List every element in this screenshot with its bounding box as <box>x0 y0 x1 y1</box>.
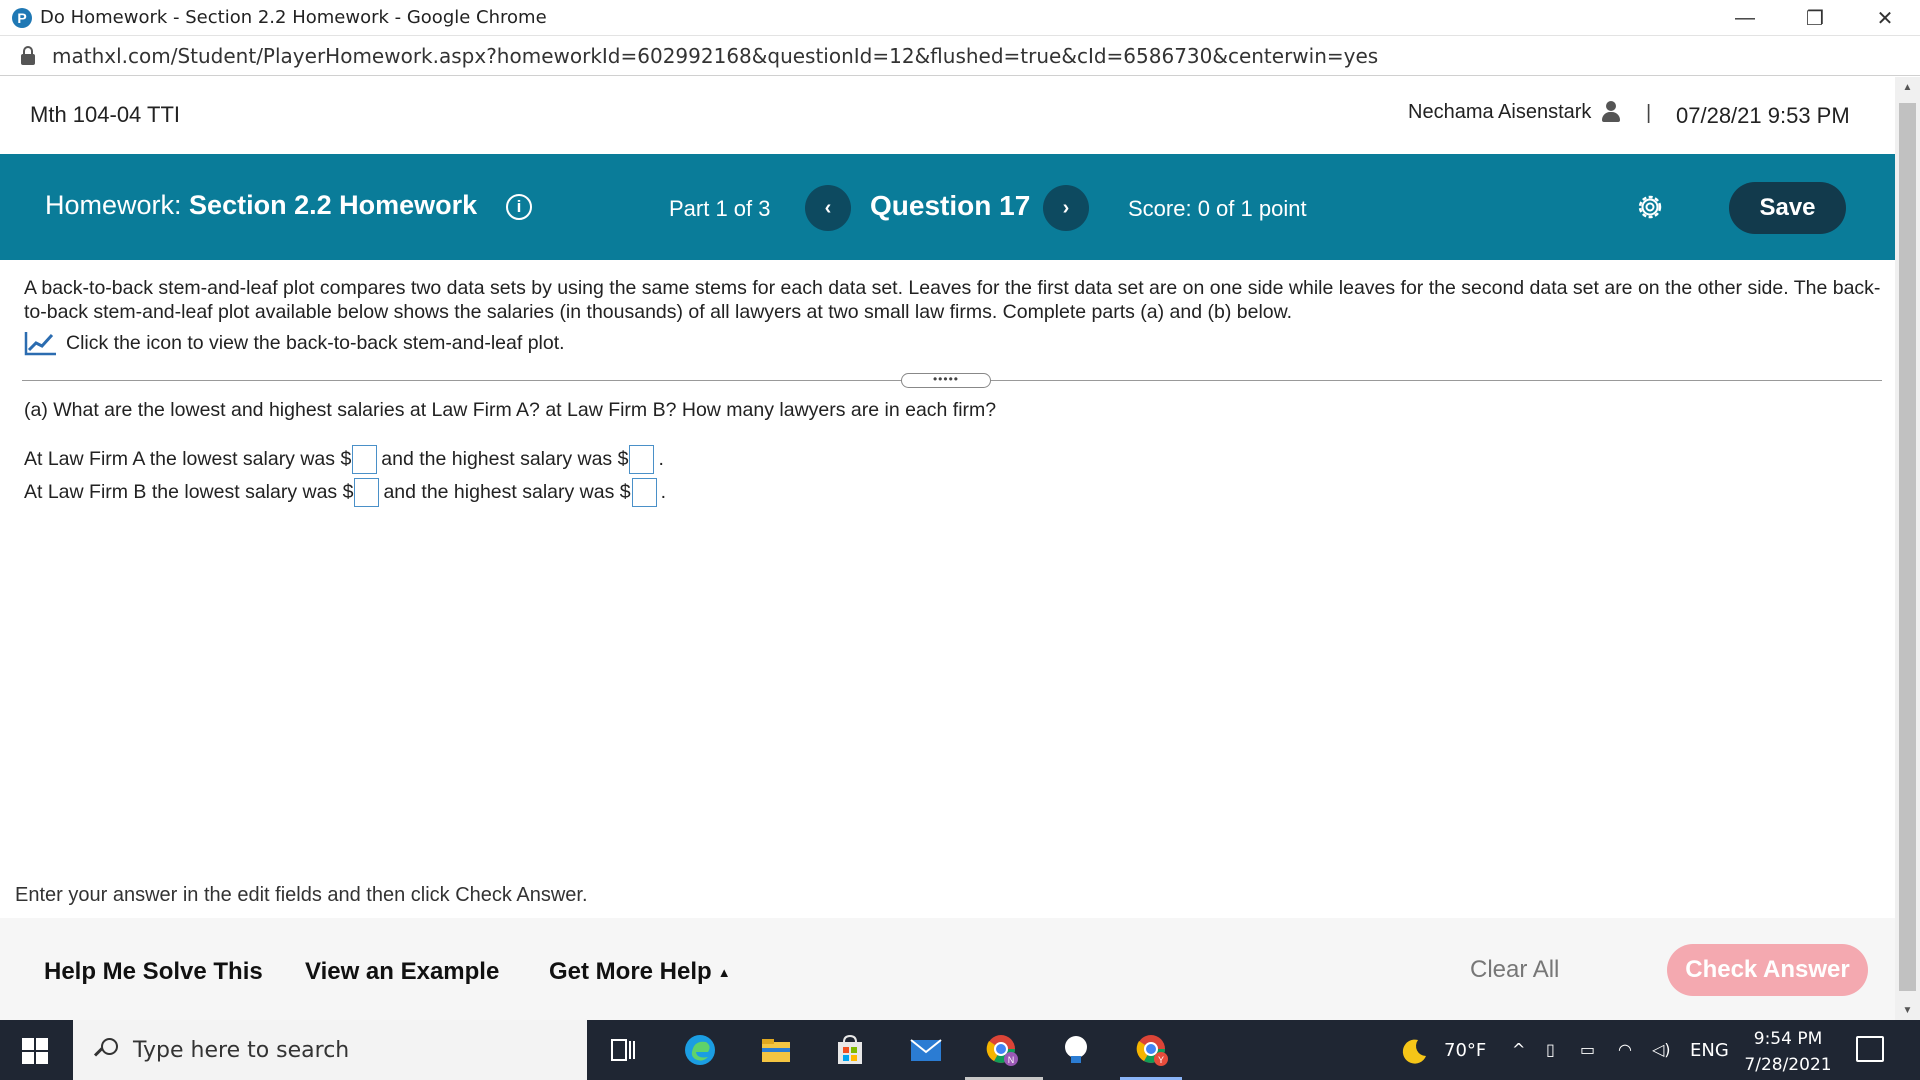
firm-b-lowest-input[interactable] <box>354 478 380 507</box>
help-me-solve-button[interactable]: Help Me Solve This <box>44 958 263 986</box>
clock-time: 9:54 PM <box>1753 1029 1823 1049</box>
window-controls: — ❐ ✕ <box>1710 0 1920 36</box>
view-example-button[interactable]: View an Example <box>305 958 499 986</box>
chart-line-icon[interactable] <box>24 330 58 356</box>
firm-b-highest-input[interactable] <box>631 478 657 507</box>
lightbulb-icon[interactable] <box>1058 1032 1094 1068</box>
part-indicator: Part 1 of 3 <box>669 196 771 221</box>
firm-a-lowest-label: At Law Firm A the lowest salary was $ <box>24 448 352 470</box>
browser-title-bar: P Do Homework - Section 2.2 Homework - G… <box>0 0 1920 36</box>
tray-device-icon[interactable]: ▯ <box>1546 1040 1555 1059</box>
firm-a-lowest-input[interactable] <box>352 445 378 474</box>
svg-text:N: N <box>1008 1055 1015 1065</box>
store-icon[interactable] <box>832 1032 868 1068</box>
homework-title: Homework: Section 2.2 Homework <box>45 190 477 221</box>
notification-icon[interactable] <box>1856 1036 1884 1062</box>
task-view-icon[interactable] <box>605 1032 641 1068</box>
volume-icon[interactable]: ◁) <box>1652 1040 1671 1059</box>
course-bar: Mth 104-04 TTI Nechama Aisenstark | 07/2… <box>0 77 1895 154</box>
language-indicator[interactable]: ENG <box>1690 1040 1729 1061</box>
taskbar-search-placeholder[interactable]: Type here to search <box>133 1038 349 1063</box>
answer-row-firm-b: At Law Firm B the lowest salary was $ an… <box>24 478 666 507</box>
firm-a-highest-label: and the highest salary was $ <box>381 448 629 470</box>
clear-all-button[interactable]: Clear All <box>1470 956 1559 984</box>
scroll-down-arrow-icon[interactable]: ▼ <box>1895 1000 1920 1020</box>
user-name: Nechama Aisenstark <box>1408 101 1592 123</box>
period: . <box>660 481 667 503</box>
mail-icon[interactable] <box>908 1032 944 1068</box>
gear-icon[interactable] <box>1635 192 1665 222</box>
user-icon <box>1602 101 1620 123</box>
lock-icon[interactable] <box>20 45 36 67</box>
plot-link[interactable]: Click the icon to view the back-to-back … <box>24 330 1884 356</box>
scroll-thumb[interactable] <box>1899 103 1916 991</box>
firm-b-lowest-label: At Law Firm B the lowest salary was $ <box>24 481 354 503</box>
period: . <box>658 448 664 470</box>
caret-up-icon: ▲ <box>717 965 731 981</box>
instruction-text: Enter your answer in the edit fields and… <box>15 884 588 906</box>
save-button[interactable]: Save <box>1729 182 1846 234</box>
clock-date: 7/28/2021 <box>1744 1055 1832 1075</box>
windows-taskbar: Type here to search N Y 70°F ^ ▯ ▭ ◠ ◁) … <box>0 1020 1920 1080</box>
header-separator: | <box>1646 102 1652 124</box>
scroll-up-arrow-icon[interactable]: ▲ <box>1895 77 1920 97</box>
chrome-profile-n-icon[interactable]: N <box>984 1032 1020 1068</box>
get-more-help-button[interactable]: Get More Help ▲ <box>549 958 731 986</box>
wifi-icon[interactable]: ◠ <box>1618 1040 1632 1059</box>
firm-a-highest-input[interactable] <box>629 445 655 474</box>
check-answer-button[interactable]: Check Answer <box>1667 944 1868 996</box>
info-icon[interactable]: i <box>506 194 532 220</box>
address-bar[interactable]: mathxl.com/Student/PlayerHomework.aspx?h… <box>0 36 1920 76</box>
chrome-profile-y-icon[interactable]: Y <box>1134 1032 1170 1068</box>
search-icon <box>93 1038 119 1062</box>
plot-link-text[interactable]: Click the icon to view the back-to-back … <box>66 332 565 355</box>
expand-handle[interactable]: ••••• <box>901 373 991 388</box>
weather-temperature[interactable]: 70°F <box>1444 1040 1486 1061</box>
tray-chevron-icon[interactable]: ^ <box>1512 1040 1525 1059</box>
windows-start-icon[interactable] <box>22 1038 48 1064</box>
page-scrollbar[interactable]: ▲ ▼ <box>1895 77 1920 1020</box>
close-button[interactable]: ✕ <box>1850 0 1920 36</box>
chevron-left-icon[interactable]: ‹ <box>805 185 851 231</box>
battery-icon[interactable]: ▭ <box>1580 1040 1595 1059</box>
bottom-toolbar: Help Me Solve This View an Example Get M… <box>0 918 1895 1020</box>
svg-text:Y: Y <box>1158 1055 1164 1065</box>
answer-row-firm-a: At Law Firm A the lowest salary was $ an… <box>24 445 664 474</box>
score-label: Score: 0 of 1 point <box>1128 196 1307 221</box>
homework-name: Section 2.2 Homework <box>189 190 478 220</box>
edge-browser-icon[interactable] <box>682 1032 718 1068</box>
taskbar-clock[interactable]: 9:54 PM 7/28/2021 <box>1740 1026 1836 1078</box>
question-intro: A back-to-back stem-and-leaf plot compar… <box>24 277 1881 323</box>
firm-b-highest-label: and the highest salary was $ <box>383 481 631 503</box>
file-explorer-icon[interactable] <box>758 1032 794 1068</box>
homework-label: Homework: <box>45 190 182 220</box>
minimize-button[interactable]: — <box>1710 0 1780 36</box>
restore-button[interactable]: ❐ <box>1780 0 1850 36</box>
get-more-help-label: Get More Help <box>549 958 712 985</box>
header-datetime: 07/28/21 9:53 PM <box>1676 103 1850 128</box>
chevron-right-icon[interactable]: › <box>1043 185 1089 231</box>
homework-header: Homework: Section 2.2 Homework i Part 1 … <box>0 154 1895 260</box>
course-name: Mth 104-04 TTI <box>30 102 180 127</box>
url-text[interactable]: mathxl.com/Student/PlayerHomework.aspx?h… <box>52 44 1378 68</box>
question-number: Question 17 <box>870 190 1031 221</box>
window-title: Do Homework - Section 2.2 Homework - Goo… <box>40 7 547 28</box>
taskbar-search[interactable]: Type here to search <box>73 1020 587 1080</box>
question-content: A back-to-back stem-and-leaf plot compar… <box>24 276 1884 356</box>
moon-weather-icon[interactable] <box>1396 1034 1432 1070</box>
mathxl-p-icon: P <box>12 7 32 28</box>
part-a-question: (a) What are the lowest and highest sala… <box>24 399 997 421</box>
